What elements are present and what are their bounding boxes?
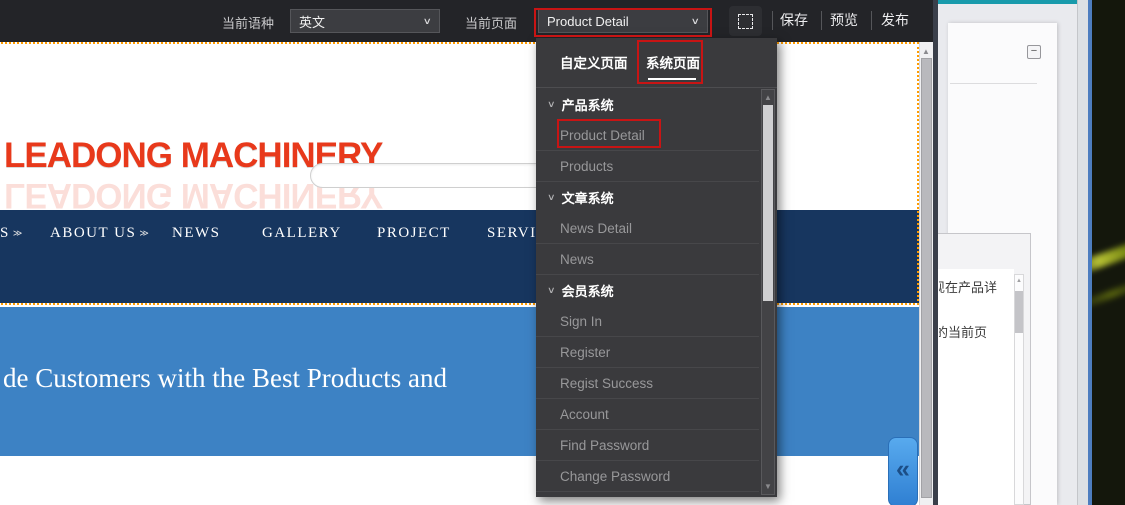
group-header-member-system[interactable]: ∨ 会员系统 [536,275,759,306]
double-chevron-icon: ≫ [13,228,22,238]
chevron-down-icon: ∨ [691,16,700,27]
publish-button[interactable]: 发布 [881,10,909,30]
marquee-icon [738,14,753,29]
site-hero-banner: de Customers with the Best Products and [0,307,919,456]
dropdown-scrollbar-thumb[interactable] [763,105,773,301]
menu-item-label: Account [560,407,609,422]
nav-item-news[interactable]: NEWS [172,225,221,249]
nav-item-label: GALLERY [262,225,342,241]
menu-item-label: Regist Success [560,376,653,391]
note-scrollbar[interactable]: ▲ [1014,274,1024,505]
menu-item-product-detail[interactable]: Product Detail [536,120,759,151]
photo-light-streak [1092,235,1125,278]
language-select-value: 英文 [299,12,325,31]
menu-item-products[interactable]: Products [536,151,759,182]
note-scrollbar-thumb[interactable] [1015,291,1023,333]
group-header-article-system[interactable]: ∨ 文章系统 [536,182,759,213]
nav-item-gallery[interactable]: GALLERY [262,225,342,249]
editor-topbar: 当前语种 英文 ∨ 当前页面 Product Detail ∨ 保存 预览 发布 [0,0,933,42]
save-button[interactable]: 保存 [780,10,808,30]
group-header-label: 产品系统 [562,95,614,114]
dropdown-scrollbar[interactable]: ▲ ▼ [761,89,775,495]
menu-item-change-password[interactable]: Change Password [536,461,759,492]
language-label: 当前语种 [222,13,274,32]
active-tab-underline [648,78,696,80]
topbar-separator [821,11,822,30]
nav-item-about-us[interactable]: ABOUT US≫ [50,225,149,249]
editor-screen: LEADONG MACHINERY LEADONG MACHINERY S≫ A… [0,0,1125,505]
menu-item-regist-success[interactable]: Regist Success [536,368,759,399]
page-dropdown-panel: 自定义页面 系统页面 ∨ 产品系统 Product Detail Products… [536,38,777,497]
marquee-select-button[interactable] [729,6,762,36]
panel-divider [933,0,938,505]
minimize-icon[interactable]: − [1027,45,1041,59]
banner-headline: de Customers with the Best Products and [3,363,447,394]
menu-item-label: News [560,252,594,267]
help-note-text: 当前页 [948,325,987,340]
site-navbar: S≫ ABOUT US≫ NEWS GALLERY PROJECT SERVIC… [0,210,919,303]
menu-item-news[interactable]: News [536,244,759,275]
panel-accent-bar [938,0,1077,4]
nav-item-project[interactable]: PROJECT [377,225,451,249]
nav-item-label: ABOUT US [50,225,136,241]
background-photo [1092,0,1125,505]
page-select-value: Product Detail [547,14,629,29]
menu-item-label: Sign In [560,314,602,329]
chevron-down-icon: ∨ [423,16,432,27]
dropdown-page-list: ∨ 产品系统 Product Detail Products ∨ 文章系统 News… [536,89,777,497]
nav-item-label: S [0,225,10,241]
double-chevron-icon: ≫ [139,228,148,238]
language-select[interactable]: 英文 ∨ [290,9,440,33]
group-header-label: 文章系统 [562,188,614,207]
chevron-down-icon: ∨ [547,192,556,203]
card-divider [950,83,1037,84]
clipped-char: 的 [939,322,948,341]
dropdown-tabs: 自定义页面 系统页面 [536,38,777,88]
settings-panel: − 现在产品详 的当前页 ▲ [938,0,1077,505]
topbar-separator [772,11,773,30]
scroll-up-icon[interactable]: ▲ [922,47,930,56]
menu-item-account[interactable]: Account [536,399,759,430]
collapse-panel-button[interactable]: « [888,437,918,505]
tab-system-pages[interactable]: 系统页面 [646,52,700,72]
preview-button[interactable]: 预览 [830,10,858,30]
chevron-down-icon: ∨ [547,285,556,296]
photo-light-streak [1092,275,1125,313]
outer-scrollbar-track[interactable] [1077,0,1088,505]
site-canvas: LEADONG MACHINERY LEADONG MACHINERY S≫ A… [0,42,919,505]
menu-item-label: Change Password [560,469,670,484]
menu-item-find-password[interactable]: Find Password [536,430,759,461]
help-note-text: 在产品详 [945,280,997,295]
nav-item-products-partial[interactable]: S≫ [0,225,22,249]
page-select[interactable]: Product Detail ∨ [538,9,708,33]
help-note-line: 的当前页 [939,322,987,341]
menu-item-label: News Detail [560,221,632,236]
menu-item-register[interactable]: Register [536,337,759,368]
canvas-scrollbar[interactable]: ▲ [919,42,933,505]
scroll-up-icon[interactable]: ▲ [1016,278,1022,284]
group-header-label: 会员系统 [562,281,614,300]
nav-item-label: NEWS [172,225,221,241]
menu-item-label: Find Password [560,438,649,453]
menu-item-label: Product Detail [560,128,645,143]
topbar-separator [871,11,872,30]
chevron-down-icon: ∨ [547,99,556,110]
nav-item-label: PROJECT [377,225,451,241]
group-header-product-system[interactable]: ∨ 产品系统 [536,89,759,120]
menu-item-label: Products [560,159,613,174]
menu-item-news-detail[interactable]: News Detail [536,213,759,244]
scroll-up-icon[interactable]: ▲ [764,93,772,102]
current-page-label: 当前页面 [465,13,517,32]
help-note-line: 现在产品详 [939,277,997,296]
canvas-scrollbar-thumb[interactable] [921,58,932,498]
menu-item-label: Register [560,345,610,360]
menu-item-sign-in[interactable]: Sign In [536,306,759,337]
tab-custom-pages[interactable]: 自定义页面 [560,52,628,72]
help-note: 现在产品详 的当前页 [938,269,1014,505]
scroll-down-icon[interactable]: ▼ [764,482,772,491]
